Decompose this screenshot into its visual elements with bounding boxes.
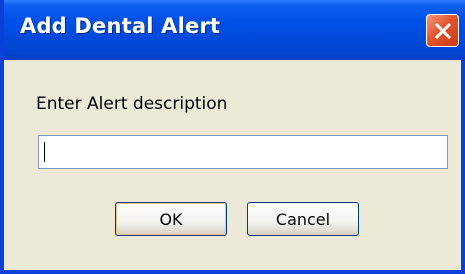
ok-button[interactable]: OK	[115, 202, 227, 236]
alert-description-label: Enter Alert description	[36, 94, 228, 114]
text-caret	[44, 142, 45, 162]
close-button[interactable]	[426, 14, 459, 47]
dialog-body: Enter Alert description OK Cancel	[4, 60, 461, 270]
alert-description-input[interactable]	[38, 135, 448, 169]
dialog-window: Add Dental Alert Enter Alert description…	[0, 0, 465, 274]
close-x-icon	[434, 22, 451, 39]
cancel-button[interactable]: Cancel	[247, 202, 359, 236]
title-bar[interactable]: Add Dental Alert	[4, 0, 465, 60]
window-title: Add Dental Alert	[20, 14, 221, 38]
